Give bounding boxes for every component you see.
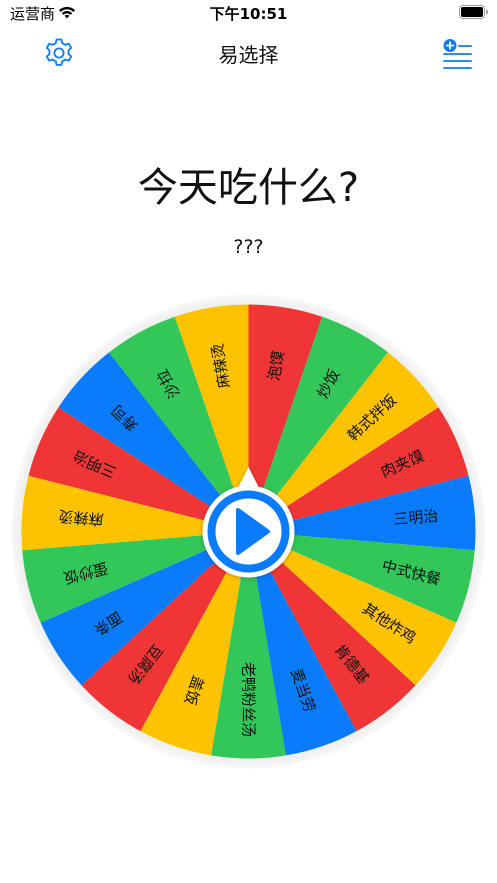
wheel-segment-label: 三明治 [393, 507, 439, 529]
navigation-bar: 易选择 [0, 26, 497, 76]
page-title: 易选择 [218, 43, 279, 67]
status-time: 下午10:51 [209, 5, 288, 23]
wheel-segment-label: 老鸭粉丝汤 [240, 662, 258, 737]
question-title: 今天吃什么? [137, 165, 360, 211]
list-add-icon[interactable] [440, 36, 474, 70]
spin-wheel[interactable]: 泡馍炒饭韩式拌饭肉夹馍三明治中式快餐其他炸鸡肯德基麦当劳老鸭粉丝汤盖饭豆腐汤面条… [10, 293, 487, 770]
battery-icon [459, 5, 488, 19]
status-bar: 运营商 下午10:51 [0, 0, 497, 26]
wheel-segment-label: 麻辣烫 [58, 507, 104, 529]
result-label: ??? [233, 236, 264, 258]
